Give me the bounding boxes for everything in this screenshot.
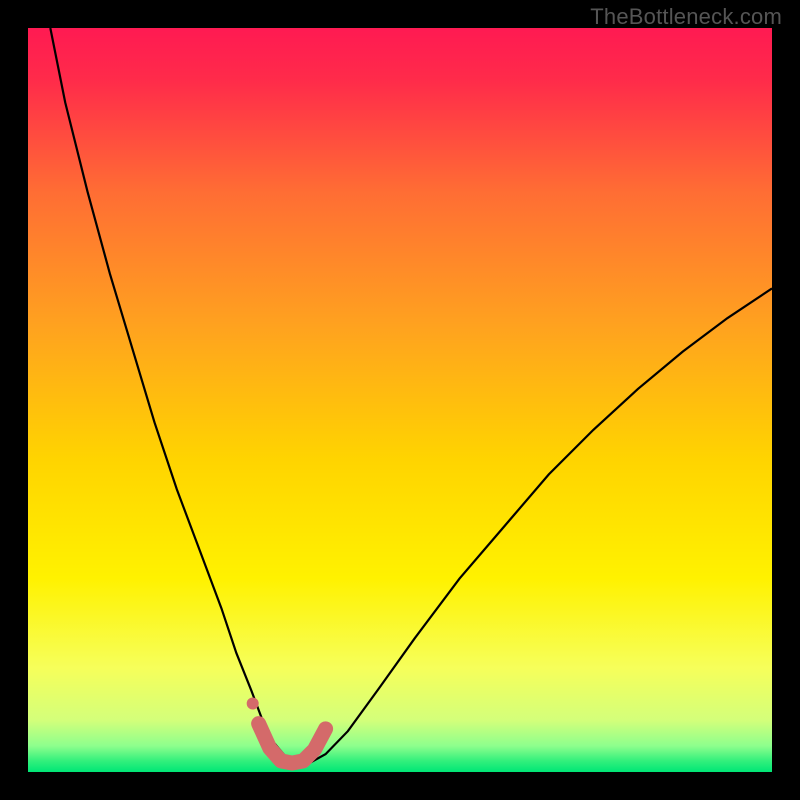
bottleneck-plot (28, 28, 772, 772)
chart-frame: TheBottleneck.com (0, 0, 800, 800)
watermark-text: TheBottleneck.com (590, 4, 782, 30)
highlight-dot (247, 698, 259, 710)
